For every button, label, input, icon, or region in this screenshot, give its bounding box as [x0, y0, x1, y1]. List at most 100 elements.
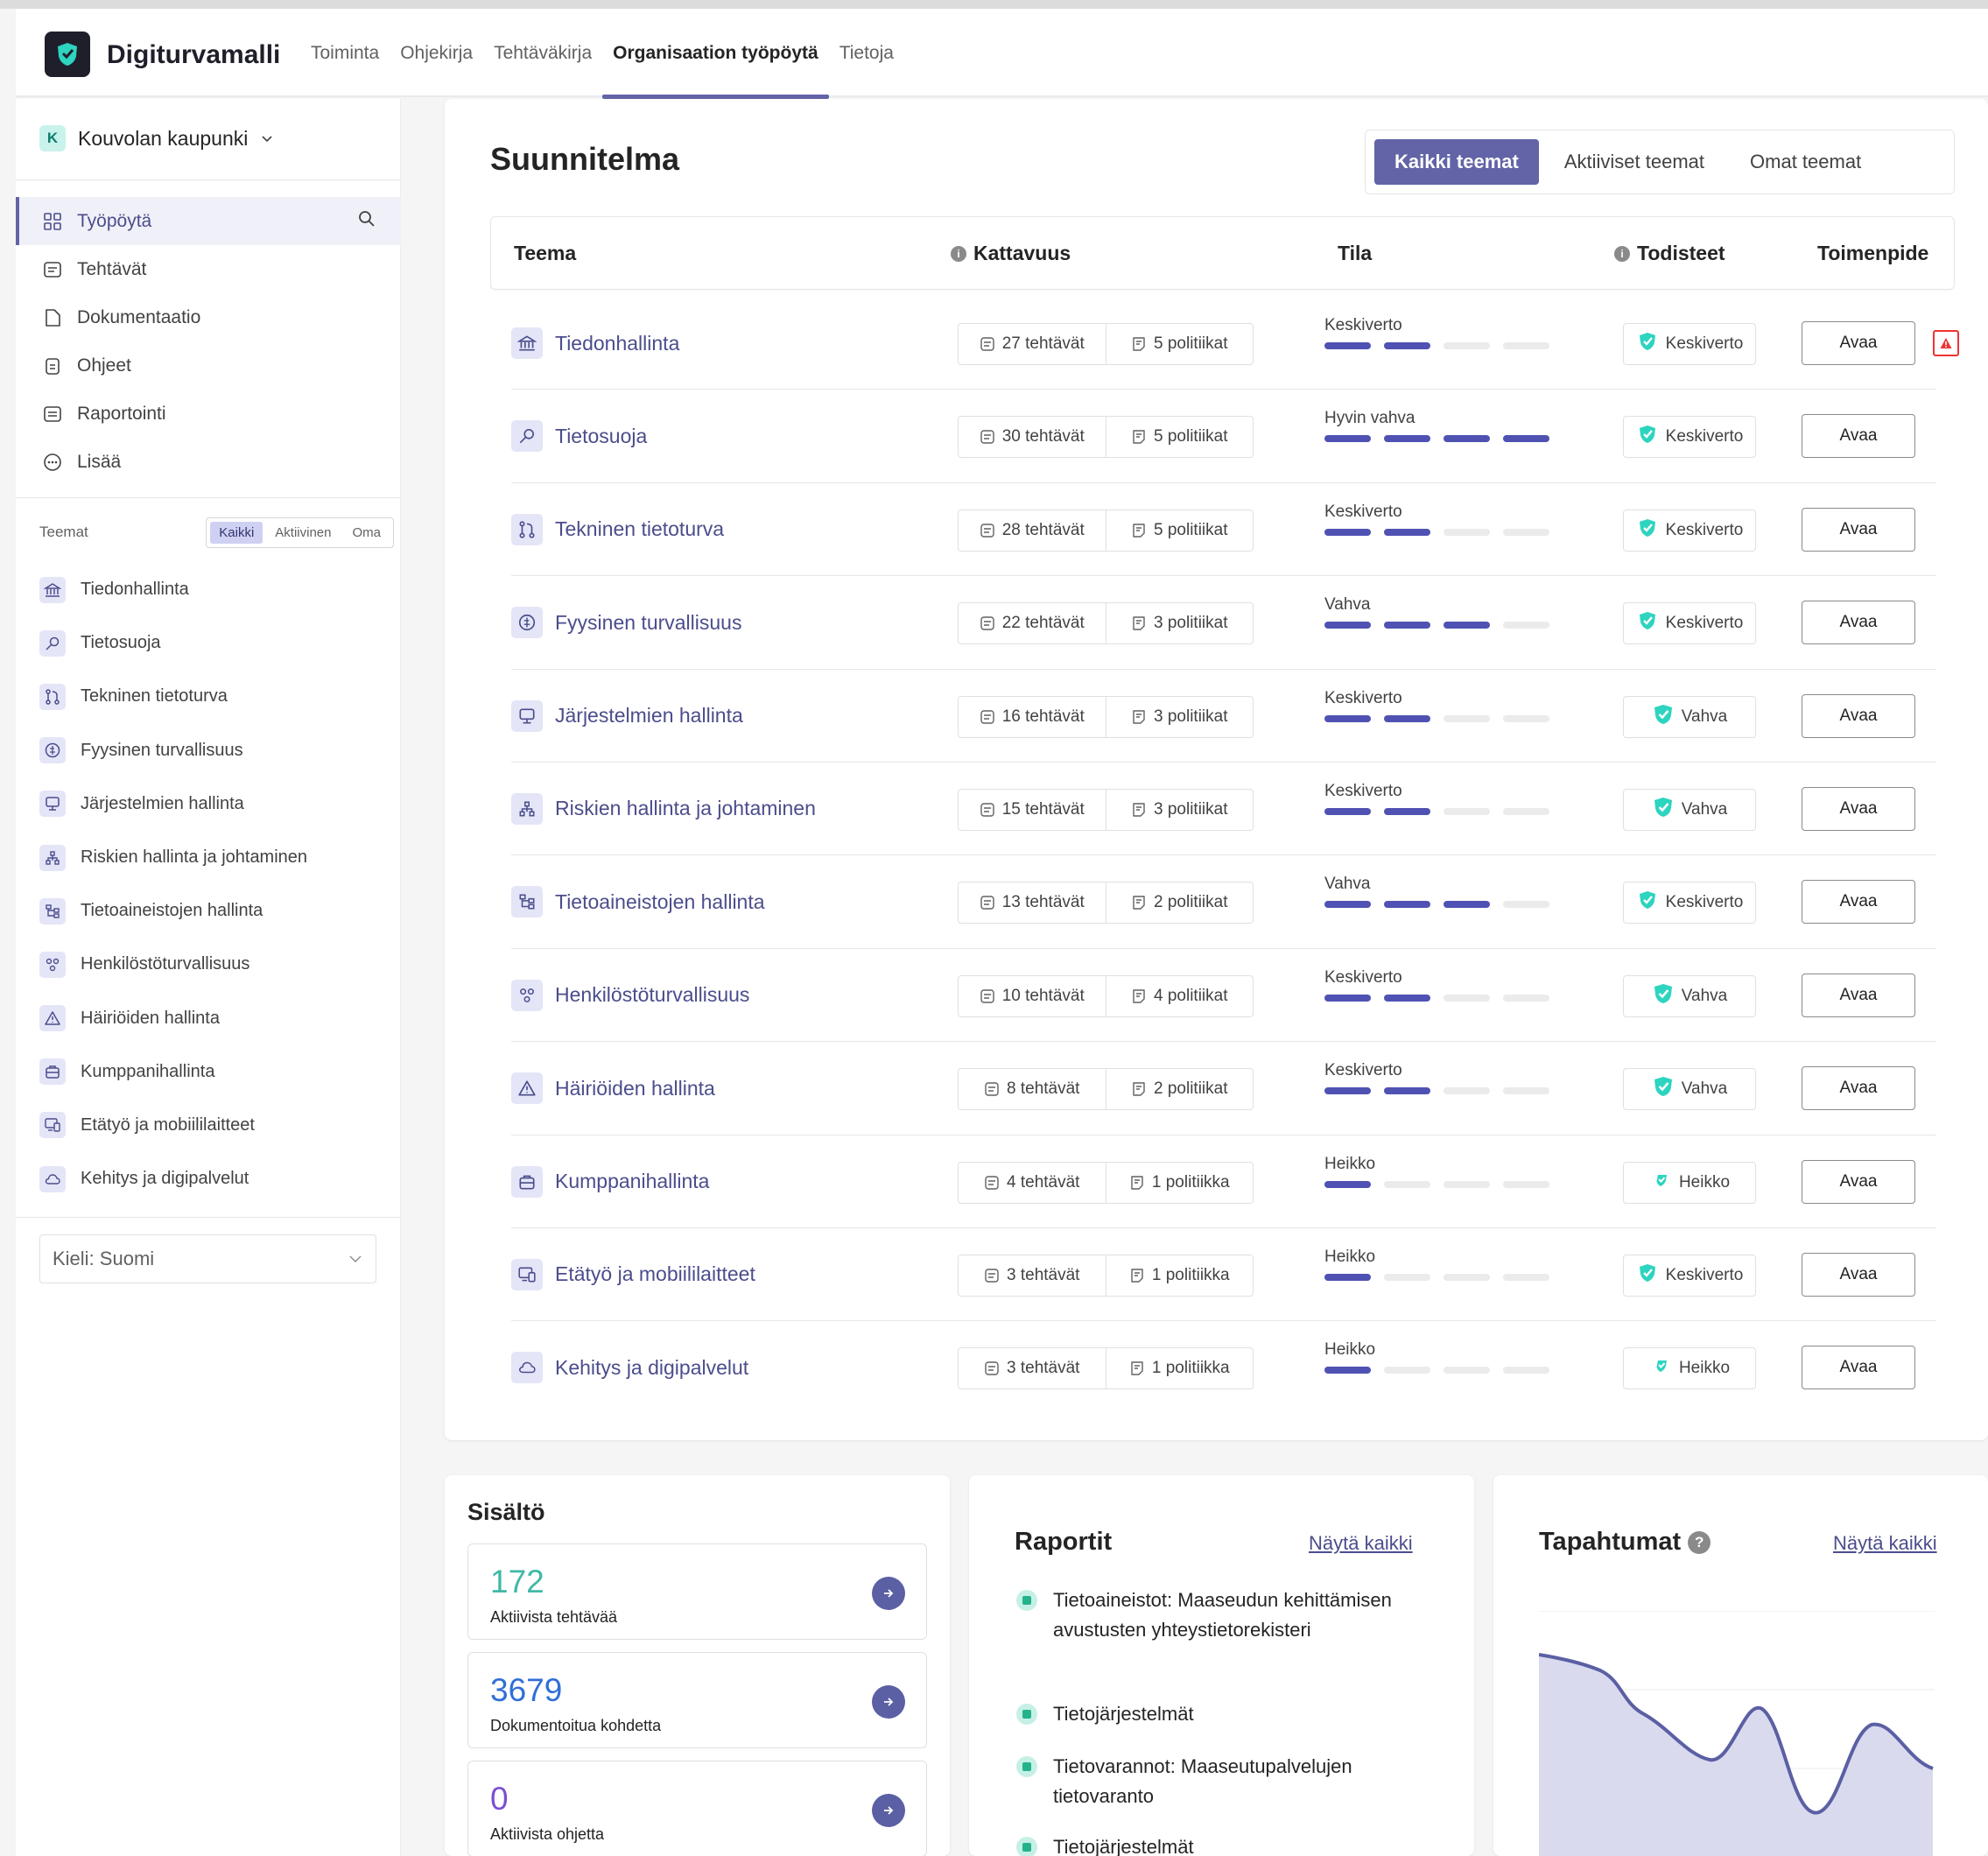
sidebar-theme-etatyo[interactable]: Etätyö ja mobiililaitteet: [16, 1099, 401, 1152]
sidebar-item-dokumentaatio[interactable]: Dokumentaatio: [16, 293, 401, 341]
help-icon[interactable]: ?: [1688, 1531, 1711, 1555]
sidebar-theme-hairioiden-hallinta[interactable]: Häiriöiden hallinta: [16, 992, 401, 1045]
evidence-badge[interactable]: Keskiverto: [1623, 509, 1756, 552]
sidebar-theme-tiedonhallinta[interactable]: Tiedonhallinta: [16, 563, 401, 616]
theme-name-link[interactable]: Etätyö ja mobiililaitteet: [511, 1258, 755, 1290]
sidebar-item-ohjeet[interactable]: Ohjeet: [16, 341, 401, 390]
report-item[interactable]: Tietovarannot: Maaseutupalvelujen tietov…: [1016, 1752, 1410, 1811]
arrow-right-icon[interactable]: [872, 1577, 905, 1610]
info-icon[interactable]: i: [1614, 245, 1630, 262]
evidence-badge[interactable]: Keskiverto: [1623, 602, 1756, 645]
report-item[interactable]: Tietojärjestelmät: [1016, 1699, 1410, 1729]
theme-name-link[interactable]: Fyysinen turvallisuus: [511, 607, 741, 639]
sidebar-theme-kehitys[interactable]: Kehitys ja digipalvelut: [16, 1152, 401, 1206]
theme-name-link[interactable]: Tekninen tietoturva: [511, 513, 724, 545]
column-header-kattavuus[interactable]: i Kattavuus: [951, 242, 1071, 265]
evidence-badge[interactable]: Heikko: [1623, 1347, 1756, 1390]
info-icon[interactable]: i: [951, 245, 966, 262]
evidence-badge[interactable]: Keskiverto: [1623, 416, 1756, 459]
nav-tietoja[interactable]: Tietoja: [829, 9, 904, 97]
filter-kaikki-teemat[interactable]: Kaikki teemat: [1374, 139, 1539, 185]
sidebar-item-tyopoyta[interactable]: Työpöytä: [16, 197, 401, 245]
sidebar-theme-tietoaineistojen-hallinta[interactable]: Tietoaineistojen hallinta: [16, 884, 401, 938]
theme-name-link[interactable]: Riskien hallinta ja johtaminen: [511, 792, 816, 825]
theme-filter-aktiivinen[interactable]: Aktiivinen: [266, 522, 340, 544]
theme-name-link[interactable]: Henkilöstöturvallisuus: [511, 979, 749, 1011]
report-item[interactable]: Tietoaineistot: Maaseudun kehittämisen a…: [1016, 1585, 1410, 1645]
evidence-badge[interactable]: Vahva: [1623, 695, 1756, 738]
stat-documented-items[interactable]: 3679 Dokumentoitua kohdetta: [467, 1652, 927, 1748]
coverage-chip[interactable]: 27 tehtävät 5 politiikat: [958, 323, 1254, 365]
nav-toiminta[interactable]: Toiminta: [300, 9, 390, 97]
column-header-todisteet[interactable]: i Todisteet: [1614, 242, 1725, 265]
open-button[interactable]: Avaa: [1802, 1066, 1915, 1111]
sidebar-item-lisaa[interactable]: Lisää: [16, 438, 401, 486]
search-icon[interactable]: [357, 209, 376, 234]
theme-name-link[interactable]: Tietoaineistojen hallinta: [511, 886, 765, 918]
report-item[interactable]: Tietojärjestelmät: [1016, 1832, 1410, 1856]
sidebar-theme-tietosuoja[interactable]: Tietosuoja: [16, 616, 401, 670]
alert-icon[interactable]: [1933, 330, 1959, 356]
coverage-chip[interactable]: 15 tehtävät 3 politiikat: [958, 788, 1254, 831]
open-button[interactable]: Avaa: [1802, 693, 1915, 738]
coverage-chip[interactable]: 22 tehtävät 3 politiikat: [958, 602, 1254, 645]
evidence-badge[interactable]: Vahva: [1623, 788, 1756, 831]
evidence-badge[interactable]: Heikko: [1623, 1161, 1756, 1204]
stat-active-tasks[interactable]: 172 Aktiivista tehtävää: [467, 1543, 927, 1640]
open-button[interactable]: Avaa: [1802, 414, 1915, 459]
reports-show-all-link[interactable]: Näytä kaikki: [1309, 1532, 1413, 1555]
theme-name-link[interactable]: Kehitys ja digipalvelut: [511, 1352, 748, 1384]
stat-active-guides[interactable]: 0 Aktiivista ohjetta: [467, 1761, 927, 1856]
events-show-all-link[interactable]: Näytä kaikki: [1833, 1532, 1937, 1555]
sidebar-theme-jarjestelmien-hallinta[interactable]: Järjestelmien hallinta: [16, 777, 401, 831]
evidence-badge[interactable]: Vahva: [1623, 1068, 1756, 1111]
theme-name-link[interactable]: Tietosuoja: [511, 420, 647, 453]
open-button[interactable]: Avaa: [1802, 1252, 1915, 1297]
theme-filter-kaikki[interactable]: Kaikki: [210, 521, 263, 544]
coverage-chip[interactable]: 13 tehtävät 2 politiikat: [958, 882, 1254, 924]
sidebar-theme-fyysinen-turvallisuus[interactable]: Fyysinen turvallisuus: [16, 724, 401, 777]
language-select[interactable]: Kieli: Suomi: [39, 1234, 376, 1283]
coverage-chip[interactable]: 4 tehtävät 1 politiikka: [958, 1161, 1254, 1204]
organization-selector[interactable]: K Kouvolan kaupunki: [39, 125, 274, 151]
open-button[interactable]: Avaa: [1802, 973, 1915, 1017]
sidebar-theme-tekninen-tietoturva[interactable]: Tekninen tietoturva: [16, 670, 401, 723]
open-button[interactable]: Avaa: [1802, 321, 1915, 365]
evidence-badge[interactable]: Keskiverto: [1623, 323, 1756, 365]
theme-name-link[interactable]: Tiedonhallinta: [511, 327, 679, 359]
open-button[interactable]: Avaa: [1802, 1346, 1915, 1390]
coverage-chip[interactable]: 30 tehtävät 5 politiikat: [958, 416, 1254, 459]
app-logo[interactable]: [45, 32, 90, 77]
open-button[interactable]: Avaa: [1802, 786, 1915, 831]
sidebar-theme-kumppanihallinta[interactable]: Kumppanihallinta: [16, 1045, 401, 1099]
open-button[interactable]: Avaa: [1802, 880, 1915, 924]
arrow-right-icon[interactable]: [872, 1794, 905, 1827]
nav-ohjekirja[interactable]: Ohjekirja: [390, 9, 483, 97]
theme-filter-oma[interactable]: Oma: [343, 522, 390, 544]
evidence-badge[interactable]: Vahva: [1623, 974, 1756, 1017]
coverage-chip[interactable]: 28 tehtävät 5 politiikat: [958, 509, 1254, 552]
filter-omat-teemat[interactable]: Omat teemat: [1730, 139, 1881, 185]
theme-name-link[interactable]: Häiriöiden hallinta: [511, 1072, 715, 1105]
sidebar-theme-henkilostoturvallisuus[interactable]: Henkilöstöturvallisuus: [16, 938, 401, 991]
sidebar-item-raportointi[interactable]: Raportointi: [16, 390, 401, 438]
coverage-chip[interactable]: 8 tehtävät 2 politiikat: [958, 1068, 1254, 1111]
open-button[interactable]: Avaa: [1802, 601, 1915, 645]
arrow-right-icon[interactable]: [872, 1685, 905, 1719]
coverage-chip[interactable]: 3 tehtävät 1 politiikka: [958, 1347, 1254, 1390]
open-button[interactable]: Avaa: [1802, 1159, 1915, 1204]
open-button[interactable]: Avaa: [1802, 507, 1915, 552]
evidence-badge[interactable]: Keskiverto: [1623, 1254, 1756, 1297]
evidence-badge[interactable]: Keskiverto: [1623, 882, 1756, 924]
sidebar-theme-riskien-hallinta[interactable]: Riskien hallinta ja johtaminen: [16, 831, 401, 884]
coverage-chip[interactable]: 16 tehtävät 3 politiikat: [958, 695, 1254, 738]
column-header-teema[interactable]: Teema: [514, 242, 576, 265]
filter-aktiiviset-teemat[interactable]: Aktiiviset teemat: [1544, 139, 1725, 185]
theme-name-link[interactable]: Järjestelmien hallinta: [511, 700, 743, 732]
coverage-chip[interactable]: 10 tehtävät 4 politiikat: [958, 974, 1254, 1017]
coverage-chip[interactable]: 3 tehtävät 1 politiikka: [958, 1254, 1254, 1297]
column-header-tila[interactable]: Tila: [1338, 242, 1372, 265]
nav-organisaation-tyopoyta[interactable]: Organisaation työpöytä: [602, 9, 829, 99]
theme-name-link[interactable]: Kumppanihallinta: [511, 1165, 709, 1198]
sidebar-item-tehtavat[interactable]: Tehtävät: [16, 245, 401, 293]
